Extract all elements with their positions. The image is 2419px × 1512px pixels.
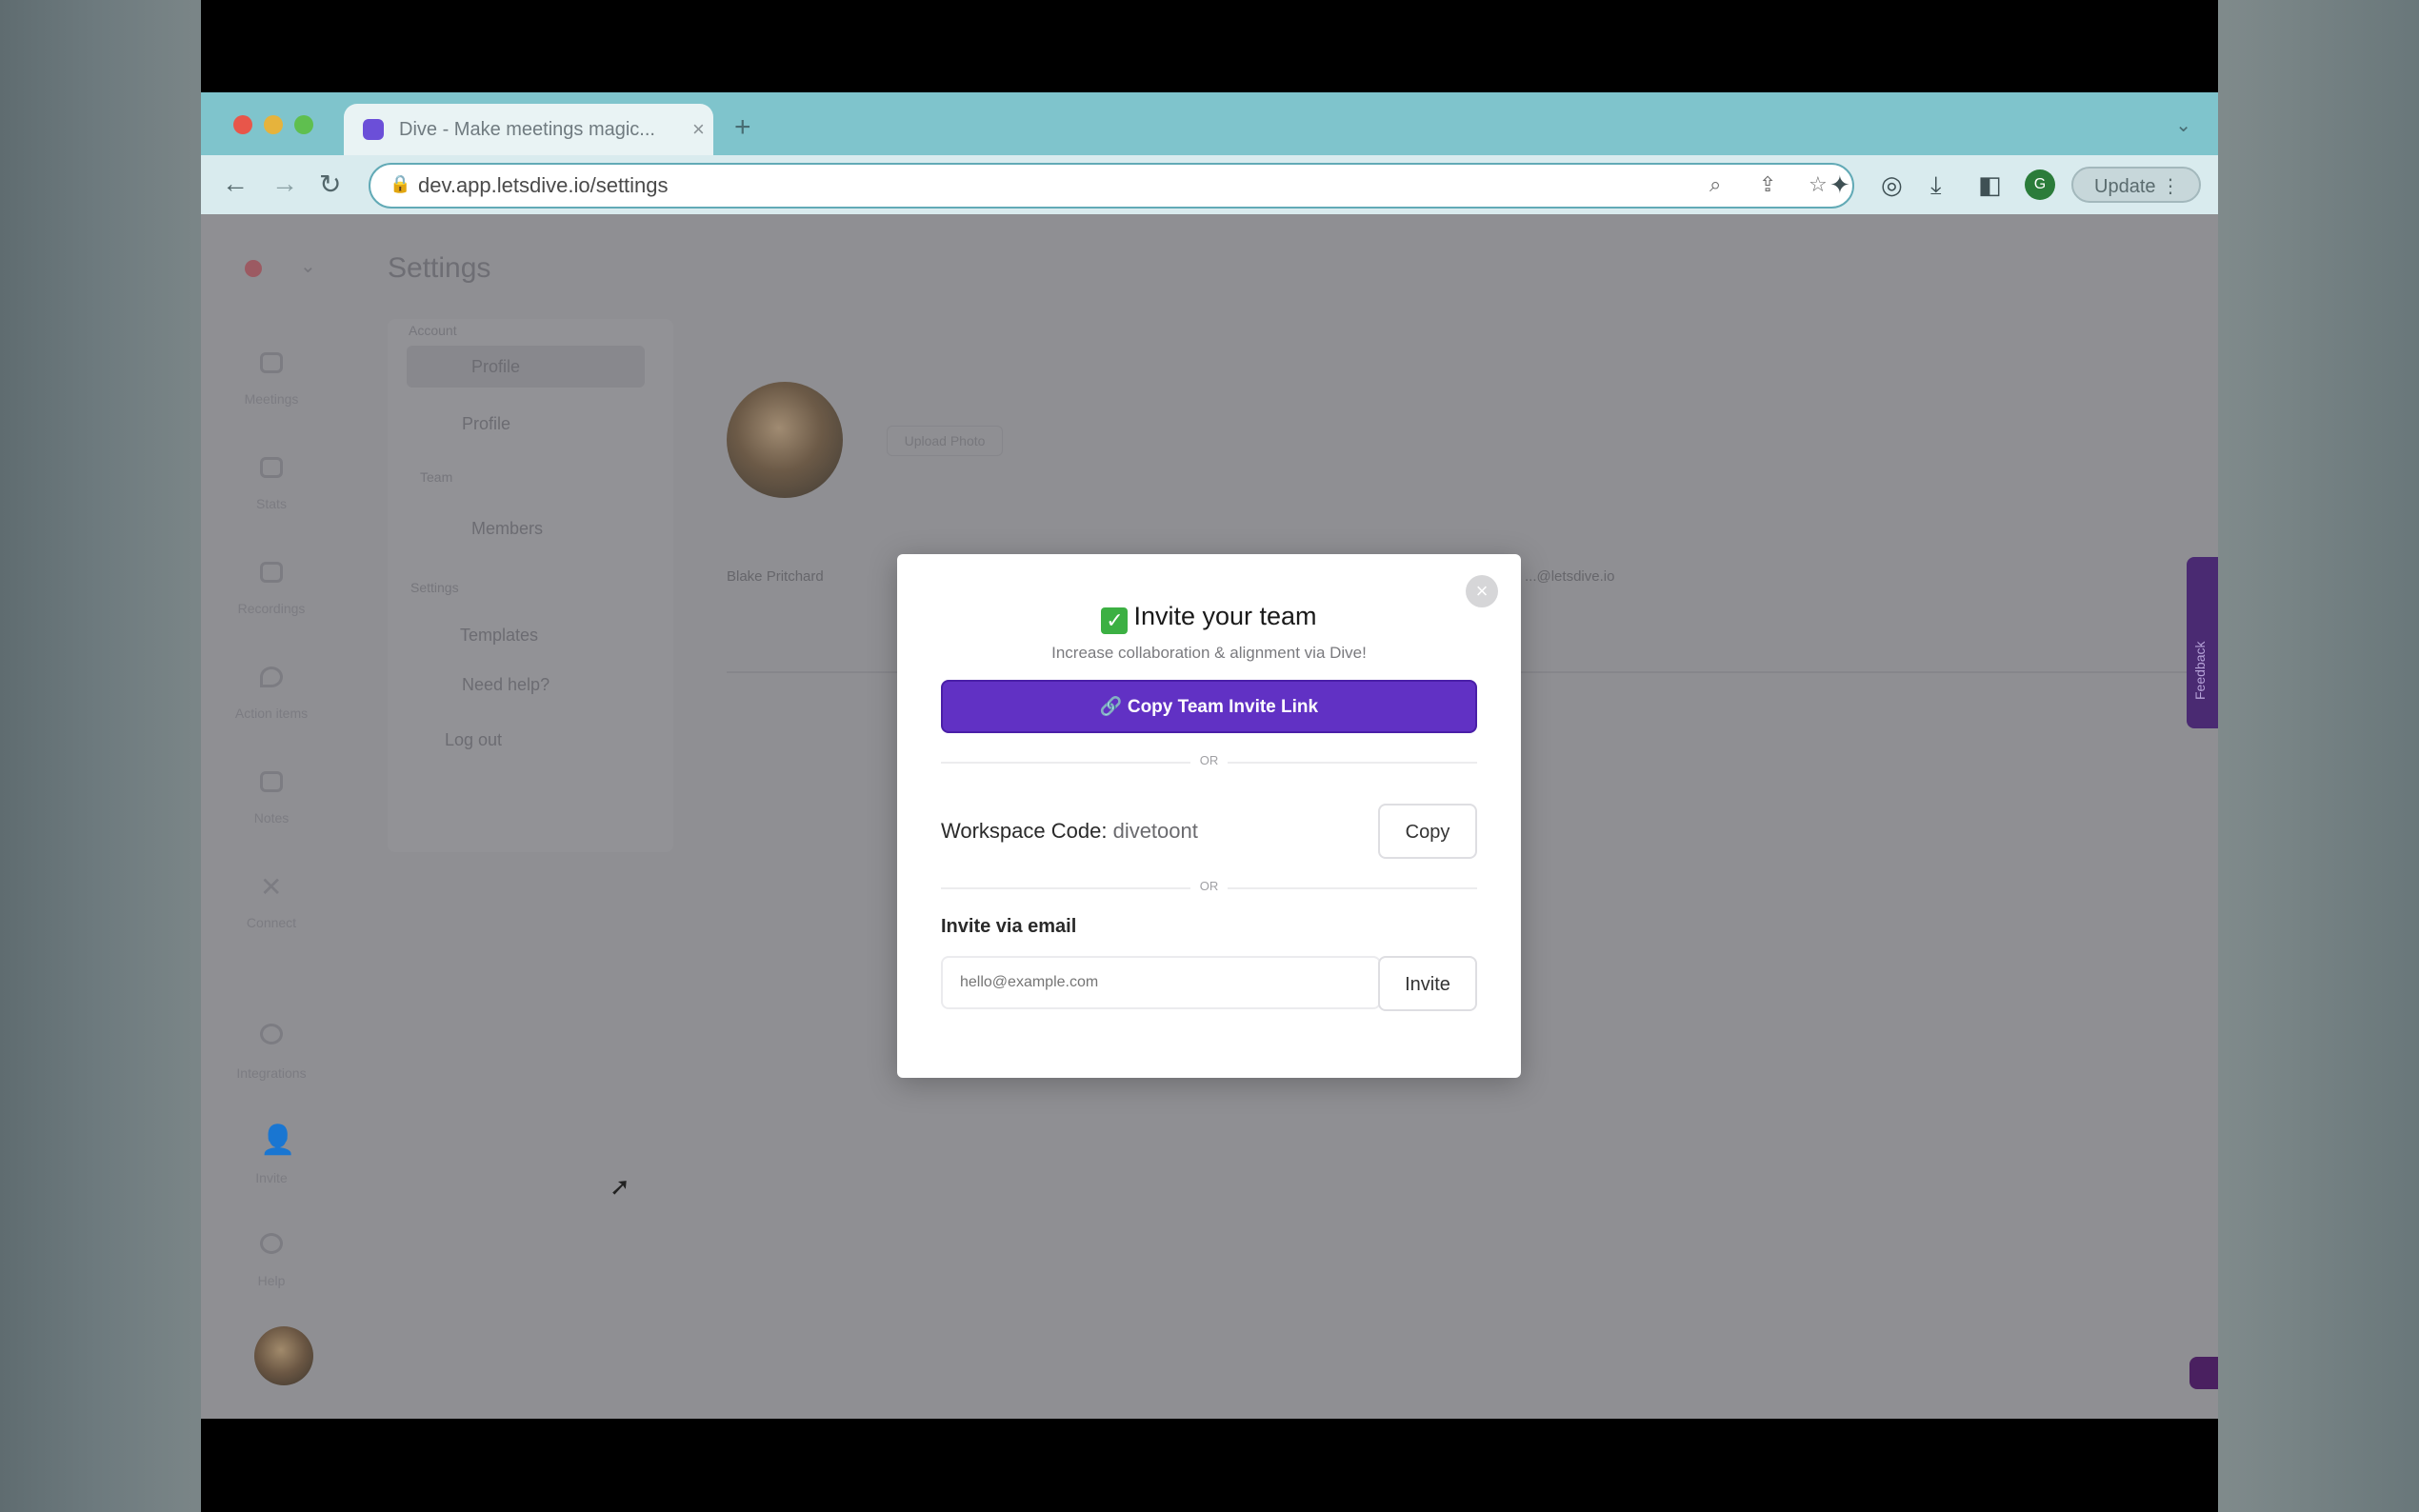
rail-label-recordings: Recordings [237,601,306,616]
lock-icon: 🔒 [390,174,411,193]
rail-label-invite: Invite [255,1170,288,1185]
extension-icon[interactable]: ◎ [1881,170,1903,200]
workspace-logo[interactable] [245,260,262,277]
update-button[interactable]: Update ⋮ [2071,167,2201,203]
nav-templates[interactable]: Templates [460,626,538,646]
modal-subtitle: Increase collaboration & alignment via D… [1051,644,1367,662]
rail-label-help: Help [257,1273,286,1288]
address-bar[interactable]: 🔒 dev.app.letsdive.io/settings ⌕ ⇪ ☆ [369,163,1854,209]
maximize-window-button[interactable] [294,115,313,134]
back-arrow-icon[interactable]: ← [222,169,249,199]
feedback-label: Feedback [2192,641,2208,700]
nav-profile[interactable]: Profile [471,357,520,377]
connect-icon[interactable]: ✕ [260,871,282,903]
nav-logout[interactable]: Log out [445,730,502,750]
close-window-button[interactable] [233,115,252,134]
tab-search-chevron-icon[interactable]: ⌄ [2175,113,2191,137]
section-account: Account [409,323,457,338]
settings-nav-panel: Account Profile Profile Team Members Set… [388,319,673,852]
action-items-icon[interactable] [260,666,283,687]
share-icon[interactable]: ⇪ [1759,172,1776,197]
side-panel-icon[interactable]: ◧ [1978,170,2002,200]
forward-arrow-icon[interactable]: → [271,169,298,199]
or-label: OR [1190,753,1229,767]
rail-label-notes: Notes [253,810,290,826]
upload-photo-button[interactable]: Upload Photo [887,426,1003,456]
reload-icon[interactable]: ↻ [319,169,341,200]
tab-strip: Dive - Make meetings magic... × + ⌄ [201,92,2218,155]
email-input[interactable] [941,956,1381,1009]
modal-title-text: Invite your team [1133,602,1317,630]
rail-label-stats: Stats [256,496,287,511]
rail-label-integrations: Integrations [236,1065,307,1081]
feedback-tab[interactable]: Feedback [2187,557,2218,728]
divider-or: OR [897,753,1521,767]
browser-toolbar: ← → ↻ 🔒 dev.app.letsdive.io/settings ⌕ ⇪… [201,155,2218,214]
page-title: Settings [388,252,491,284]
update-label: Update [2094,176,2156,197]
download-icon[interactable]: ⤓ [1930,170,1942,201]
profile-photo [727,382,843,498]
tab-title: Dive - Make meetings magic... [399,118,655,140]
minimize-window-button[interactable] [264,115,283,134]
bookmark-star-icon[interactable]: ☆ [1809,172,1828,197]
integrations-icon[interactable] [260,1024,283,1044]
name-value: Blake Pritchard [727,568,824,585]
invite-via-email-label: Invite via email [941,916,1077,937]
divider-or-2: OR [897,879,1521,893]
settings-nav-selected [407,346,645,388]
browser-tab[interactable]: Dive - Make meetings magic... × [344,104,713,155]
section-team: Team [420,469,453,485]
workspace-code-label: Workspace Code: [941,819,1108,843]
invite-user-icon[interactable]: 👤 [260,1124,295,1157]
help-icon[interactable] [260,1233,283,1254]
nav-need-help[interactable]: Need help? [462,675,550,695]
meetings-icon[interactable] [260,352,283,373]
rail-label-connect: Connect [246,915,297,930]
mouse-cursor-icon: ➚ [610,1172,630,1201]
zoom-search-icon[interactable]: ⌕ [1709,172,1721,197]
rail-label-meetings: Meetings [244,391,299,407]
tab-close-icon[interactable]: × [692,117,705,142]
dive-favicon-icon [363,119,384,140]
invite-team-modal: × ✓ Invite your team Increase collaborati… [897,554,1521,1078]
rail-label-action-items: Action items [234,706,309,721]
stats-icon[interactable] [260,457,283,478]
copy-team-invite-link-button[interactable]: 🔗 Copy Team Invite Link [941,680,1477,733]
invite-button[interactable]: Invite [1378,956,1477,1011]
new-tab-button[interactable]: + [734,111,751,144]
nav-members[interactable]: Members [471,519,543,539]
notes-icon[interactable] [260,771,283,792]
copy-workspace-code-button[interactable]: Copy [1378,804,1477,859]
check-icon: ✓ [1101,607,1129,634]
workspace-code-row: Workspace Code: divetoont [941,819,1198,844]
profile-avatar[interactable]: G [2025,169,2055,200]
workspace-chevron-icon[interactable]: ⌄ [300,254,316,278]
recordings-icon[interactable] [260,562,283,583]
url-text: dev.app.letsdive.io/settings [418,173,669,197]
extension-pin-icon[interactable]: ✦ [1829,170,1850,200]
modal-title: ✓ Invite your team [897,602,1521,634]
chat-widget-button[interactable] [2189,1357,2218,1389]
email-value: ...@letsdive.io [1525,568,1615,585]
or-label-2: OR [1190,879,1229,893]
user-avatar[interactable] [254,1326,313,1385]
nav-profile-2[interactable]: Profile [462,414,510,434]
workspace-code-value: divetoont [1112,819,1198,843]
section-settings: Settings [410,580,459,595]
